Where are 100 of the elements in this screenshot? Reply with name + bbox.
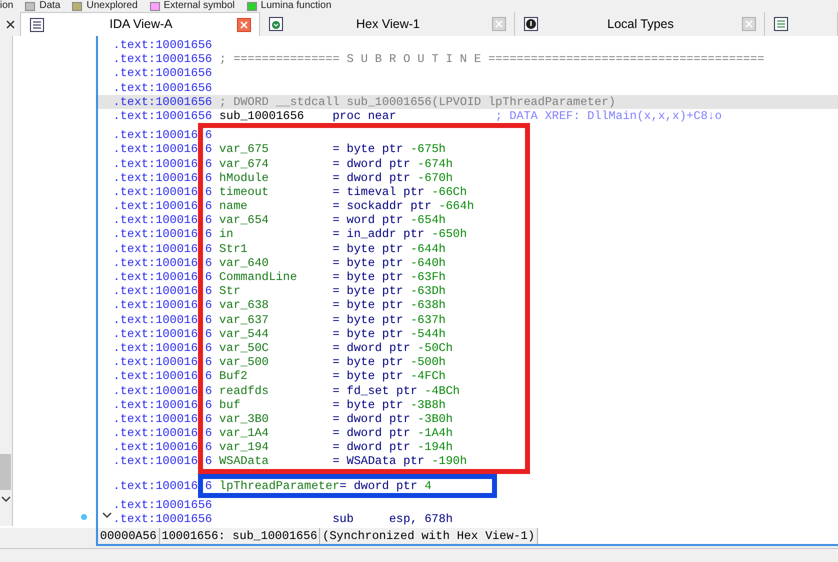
variable-type: byte ptr	[346, 326, 404, 341]
comment-text: ; DWORD __stdcall sub_10001656(LPVOID lpThreadParameter)	[219, 94, 616, 109]
line-address: .text:10001656	[113, 66, 212, 81]
line-address: 6	[205, 256, 212, 270]
line-address: .text:10001656	[113, 512, 212, 526]
line-address: .text:100016	[113, 398, 198, 412]
variable-type: sockaddr ptr	[346, 199, 432, 214]
line-address: 6	[205, 242, 212, 256]
stack-offset: -63Dh	[410, 284, 446, 298]
variable-type: in_addr ptr	[346, 227, 424, 242]
variable-type: byte ptr	[346, 298, 404, 312]
line-address: .text:100016	[113, 242, 198, 256]
stack-offset: -674h	[417, 156, 453, 170]
tab[interactable]: IDA View-A	[20, 12, 260, 36]
list-icon	[29, 16, 45, 32]
equals-sign: =	[332, 326, 340, 341]
line-address: .text:100016	[113, 213, 198, 228]
close-icon[interactable]	[6, 20, 14, 28]
equals-sign: =	[332, 369, 340, 384]
stack-offset: -654h	[410, 213, 446, 228]
stack-offset: -190h	[432, 454, 467, 468]
line-address: 6	[205, 326, 212, 341]
variable-type: byte ptr	[346, 142, 404, 156]
line-address: .text:100016	[113, 426, 198, 440]
variable-type: byte ptr	[346, 242, 404, 256]
line-address: .text:100016	[113, 369, 198, 384]
variable-name: timeout	[219, 184, 270, 200]
tab-label: Hex View-1	[355, 16, 421, 33]
line-address: 6	[205, 384, 212, 398]
variable-name: buf	[219, 398, 242, 412]
variable-type: dword ptr	[346, 340, 410, 355]
line-address: 6	[205, 270, 212, 284]
legend-label: Lumina function	[260, 0, 332, 12]
line-address: 6	[205, 340, 212, 356]
stack-offset: -637h	[410, 312, 446, 327]
variable-type: dword ptr	[346, 170, 410, 185]
tab-label: Local Types	[606, 16, 675, 33]
function-name: sub_10001656	[219, 108, 306, 124]
equals-sign: =	[332, 184, 340, 199]
legend-label: External symbol	[164, 0, 235, 12]
line-address: 6	[205, 426, 212, 440]
variable-type: fd_set ptr	[346, 384, 418, 398]
equals-sign: =	[332, 270, 340, 284]
line-address: 6	[205, 227, 212, 242]
variable-type: dword ptr	[346, 440, 410, 454]
stack-offset: 4	[424, 478, 432, 493]
variable-name: Str1	[219, 242, 248, 256]
equals-sign: =	[332, 384, 340, 398]
stack-offset: -4FCh	[410, 369, 446, 384]
directive: proc near	[332, 108, 396, 123]
variable-type: WSAData ptr	[346, 454, 424, 468]
tab-label: IDA View-A	[108, 16, 174, 34]
equals-sign: =	[332, 440, 340, 454]
line-address: 6	[205, 170, 212, 185]
line-address: 6	[205, 440, 212, 454]
close-button[interactable]	[237, 18, 251, 32]
chevron-down-icon[interactable]	[102, 512, 112, 519]
variable-type: byte ptr	[346, 398, 404, 412]
list-icon	[773, 16, 789, 32]
legend-label: Data	[39, 0, 60, 12]
line-address: .text:100016	[113, 312, 198, 327]
variable-name: var_674	[219, 156, 270, 171]
variable-name: var_1A4	[219, 426, 270, 440]
line-address: 6	[205, 312, 212, 327]
variable-name: var_654	[219, 213, 270, 228]
close-icon	[495, 20, 503, 28]
variable-name: readfds	[219, 384, 270, 398]
line-address: .text:100016	[113, 478, 198, 493]
stack-offset: -50Ch	[417, 340, 453, 355]
line-address: .text:100016	[113, 340, 198, 356]
status-field: (Synchronized with Hex View-1)	[320, 528, 538, 544]
equals-sign: =	[332, 284, 340, 298]
scrollbar-thumb[interactable]	[0, 454, 11, 490]
line-address: 6	[205, 398, 212, 412]
chevron-down-icon[interactable]	[1, 496, 11, 503]
line-address: .text:100016	[113, 298, 198, 313]
equals-sign: =	[332, 298, 340, 312]
stack-offset: -194h	[417, 440, 453, 454]
stack-offset: -640h	[410, 256, 446, 270]
equals-sign: =	[332, 227, 340, 242]
equals-sign: =	[332, 256, 340, 270]
variable-name: Str	[219, 284, 242, 298]
status-field: 10001656: sub_10001656	[160, 528, 320, 544]
equals-sign: =	[340, 478, 347, 493]
instruction-mnemonic: sub	[332, 512, 355, 526]
variable-name: hModule	[219, 170, 270, 185]
variable-name: var_500	[219, 355, 270, 370]
variable-name: var_637	[219, 312, 270, 327]
xref-comment: ; DATA XREF: DllMain(x,x,x)+C8↓o	[495, 108, 722, 123]
line-address: 6	[205, 156, 212, 171]
variable-name: in	[219, 227, 234, 242]
line-address: .text:100016	[113, 355, 198, 370]
line-address: 6	[205, 369, 212, 384]
variable-type: dword ptr	[346, 156, 410, 170]
equals-sign: =	[332, 242, 340, 256]
variable-name: var_3B0	[219, 412, 270, 426]
line-address: .text:100016	[113, 227, 198, 242]
line-address: .text:100016	[113, 270, 198, 284]
line-address: .text:100016	[113, 199, 198, 214]
stack-offset: -675h	[410, 142, 446, 156]
